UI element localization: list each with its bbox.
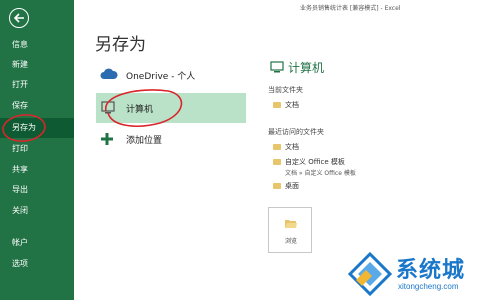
folder-icon [273,102,281,108]
folder-name: 文档 [285,101,299,109]
folder-icon [273,183,281,189]
sidebar-item-save[interactable]: 保存 [0,96,74,116]
sidebar-item-account[interactable]: 帐户 [0,233,74,253]
sidebar-item-info[interactable]: 信息 [0,35,74,55]
folder-path: 文档 » 自定义 Office 模板 [285,170,356,177]
watermark: 系统城 xitongcheng.com [346,250,500,300]
sidebar-item-export[interactable]: 导出 [0,180,74,200]
folder-name: 桌面 [285,182,299,190]
folder-icon [273,144,281,150]
folder-name: 自定义 Office 模板 [285,158,345,166]
sidebar-item-print[interactable]: 打印 [0,139,74,159]
browse-label: 浏览 [284,238,297,245]
computer-icon [270,61,284,73]
back-button[interactable] [9,8,29,28]
location-onedrive[interactable]: OneDrive - 个人 [96,62,246,88]
location-computer[interactable]: 计算机 [96,93,246,123]
plus-icon [100,132,114,149]
browse-button[interactable]: 浏览 [268,207,312,253]
sidebar-item-save-as[interactable]: 另存为 [0,118,74,138]
folder-icon [273,159,281,165]
location-label: OneDrive - 个人 [126,72,196,82]
back-arrow-icon [13,13,24,23]
folder-item-recent[interactable]: 自定义 Office 模板 [273,157,345,167]
location-label: 添加位置 [126,136,163,146]
folder-item-recent[interactable]: 桌面 [273,181,299,191]
sidebar-item-close[interactable]: 关闭 [0,201,74,221]
watermark-text: 系统城 [396,258,466,283]
folder-item-current[interactable]: 文档 [273,100,299,110]
folder-name: 文档 [285,143,299,151]
location-add-place[interactable]: 添加位置 [96,126,246,152]
sidebar-item-options[interactable]: 选项 [0,254,74,274]
watermark-logo-icon [347,251,393,297]
open-folder-icon [285,220,297,228]
watermark-url: xitongcheng.com [398,282,459,291]
location-label: 计算机 [126,105,154,115]
cloud-icon [100,68,118,83]
sidebar-item-share[interactable]: 共享 [0,160,74,180]
current-folder-heading: 当前文件夹 [268,86,303,94]
panel-title: 计算机 [288,61,325,75]
backstage-sidebar: 信息 新建 打开 保存 另存为 打印 共享 导出 关闭 帐户 选项 [0,0,74,300]
computer-icon [100,101,116,118]
page-title: 另存为 [95,35,146,55]
folder-item-recent[interactable]: 文档 [273,142,299,152]
sidebar-item-open[interactable]: 打开 [0,75,74,95]
sidebar-item-new[interactable]: 新建 [0,55,74,75]
window-title: 业务员销售统计表 [兼容模式] - Excel [300,5,401,12]
recent-folders-heading: 最近访问的文件夹 [268,128,324,136]
